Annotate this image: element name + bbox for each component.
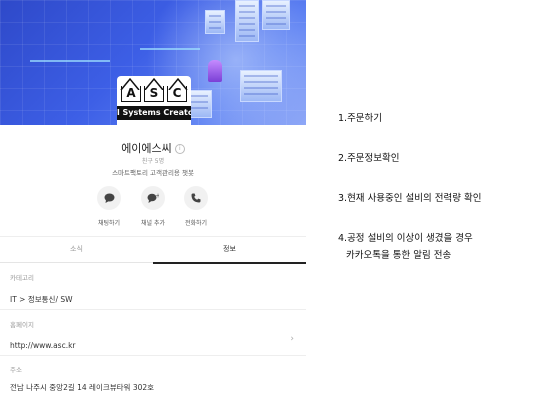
address-caption: 주소 [10,366,22,374]
homepage-caption: 홈페이지 [10,321,34,329]
chat-button[interactable]: 채팅하기 [84,186,134,227]
step-order: 1.주문하기 [338,113,383,124]
call-button-label: 전화하기 [184,220,208,227]
friend-count: 친구 5명 [141,158,165,165]
step-power-check: 3.현재 사용중인 설비의 전력량 확인 [338,193,482,204]
logo-letters: A S C [121,86,187,102]
address-section: 주소 전남 나주시 중앙2길 14 레이크뷰타워 302호 [10,364,296,393]
phone-icon [184,186,208,210]
banner-circuit [30,60,110,62]
add-channel-icon: + [141,186,165,210]
step-alert-detail: 카카오톡을 통한 알림 전송 [346,250,452,261]
channel-name: 에이에스씨 [121,142,172,155]
profile-tabs: 소식 정보 [0,236,306,264]
info-icon[interactable]: i [174,144,185,154]
banner-building [205,10,225,34]
divider [0,355,306,356]
divider [0,309,306,310]
logo-letter: A [121,86,141,102]
logo-letter: S [144,86,164,102]
call-button[interactable]: 전화하기 [171,186,221,227]
chevron-right-icon[interactable]: › [290,334,294,344]
channel-logo: A S C l Systems Creator [117,76,191,128]
tab-info[interactable]: 정보 [153,237,306,264]
chat-button-label: 채팅하기 [97,220,121,227]
logo-letter: C [167,86,187,102]
homepage-link[interactable]: http://www.asc.kr [10,341,296,350]
channel-description: 스마트팩토리 고객관리용 챗봇 [112,169,194,177]
step-order-check: 2.주문정보확인 [338,153,400,164]
chat-icon [97,186,121,210]
channel-name-row: 에이에스씨 i [0,140,306,156]
logo-subtitle: l Systems Creator [117,106,191,120]
address-value: 전남 나주시 중앙2길 14 레이크뷰타워 302호 [10,383,155,392]
channel-profile-panel: A S C l Systems Creator 에이에스씨 i 친구 5명 스마트… [0,0,306,400]
category-section: 카테고리 IT > 정보통신/ SW [10,272,296,305]
homepage-section[interactable]: 홈페이지 http://www.asc.kr [10,319,296,350]
step-alert: 4.공정 설비의 이상이 생겼을 경우 [338,233,473,244]
tab-news[interactable]: 소식 [0,237,153,263]
banner-circuit [140,48,200,50]
banner-building [235,0,259,42]
svg-text:+: + [156,193,160,200]
category-value: IT > 정보통신/ SW [10,295,73,304]
category-caption: 카테고리 [10,274,34,282]
banner-building [262,0,290,30]
banner-building [240,70,282,102]
banner-robot [208,60,222,82]
